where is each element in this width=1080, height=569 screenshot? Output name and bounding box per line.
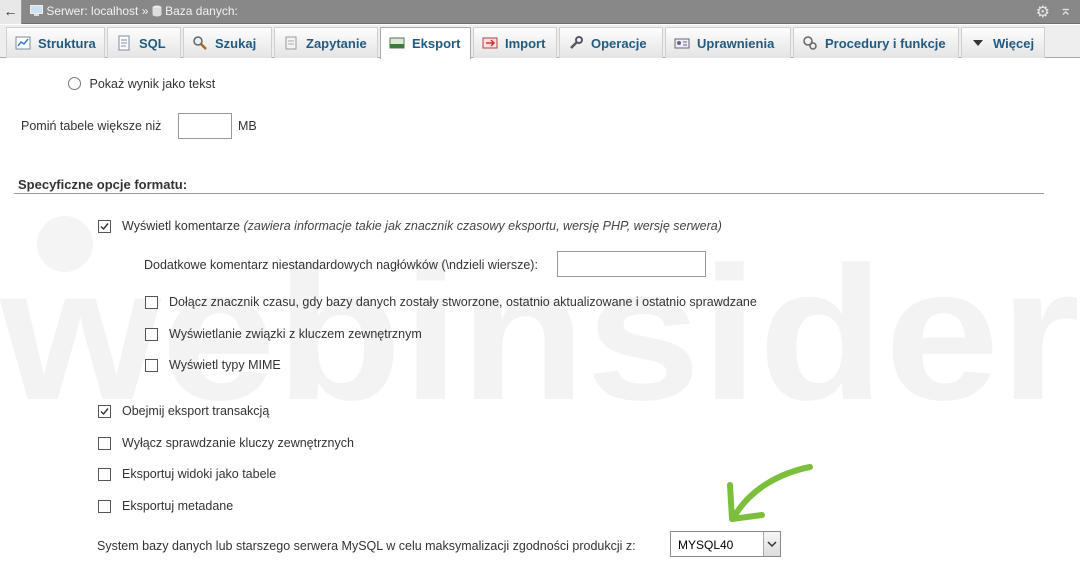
export-metadata-label: Eksportuj metadane — [122, 499, 234, 513]
database-icon — [152, 5, 162, 20]
skip-tables-input[interactable] — [178, 113, 232, 139]
custom-header-input[interactable] — [557, 251, 706, 277]
breadcrumb-server[interactable]: Serwer: localhost — [46, 4, 138, 18]
show-as-text-option[interactable]: Pokaż wynik jako tekst — [68, 77, 215, 91]
tab-more[interactable]: Więcej — [961, 27, 1045, 58]
mime-types-checkbox[interactable] — [145, 359, 158, 372]
arrow-left-icon[interactable]: ← — [0, 0, 22, 24]
tab-privileges[interactable]: Uprawnienia — [665, 27, 791, 58]
breadcrumb-separator: » — [141, 4, 149, 18]
foreign-key-relations-label: Wyświetlanie związki z kluczem zewnętrzn… — [169, 327, 422, 341]
chevron-down-icon[interactable] — [763, 532, 780, 556]
tab-label: Zapytanie — [306, 36, 367, 51]
display-comments-desc: (zawiera informacje takie jak znacznik c… — [243, 219, 722, 233]
export-options-panel: webinsider Pokaż wynik jako tekst Pomiń … — [0, 59, 1080, 569]
tab-structure[interactable]: Struktura — [6, 27, 105, 58]
gear-icon[interactable]: ⚙ — [1036, 2, 1050, 22]
breadcrumb: Serwer: localhost » Baza danych: — [30, 4, 238, 20]
tab-label: Operacje — [591, 36, 647, 51]
tab-label: SQL — [139, 36, 166, 51]
server-icon — [30, 5, 43, 20]
search-icon — [192, 35, 208, 51]
tab-label: Eksport — [412, 36, 461, 51]
privileges-icon — [674, 35, 690, 51]
compat-mode-select[interactable]: MYSQL40 — [670, 531, 781, 557]
annotation-arrow-icon — [727, 464, 813, 522]
skip-tables-unit: MB — [238, 119, 257, 133]
foreign-key-relations-checkbox[interactable] — [145, 328, 158, 341]
tab-routines[interactable]: Procedury i funkcje — [793, 27, 959, 58]
section-title: Specyficzne opcje formatu: — [18, 177, 188, 192]
custom-header-label: Dodatkowe komentarz niestandardowych nag… — [144, 258, 538, 272]
display-comments-label: Wyświetl komentarze — [122, 219, 240, 233]
tab-export[interactable]: Eksport — [380, 27, 471, 59]
server-breadcrumb-bar: ← Serwer: localhost » Baza danych: ⚙ ⌅ — [0, 0, 1080, 24]
query-icon — [283, 35, 299, 51]
tab-label: Uprawnienia — [697, 36, 775, 51]
show-as-text-label: Pokaż wynik jako tekst — [89, 77, 216, 91]
tab-label: Import — [505, 36, 546, 51]
skip-tables-label: Pomiń tabele większe niż — [21, 119, 162, 133]
compat-mode-label: System bazy danych lub starszego serwera… — [97, 539, 636, 553]
import-icon — [482, 35, 498, 51]
tab-bar: Struktura SQL Szukaj Zapytanie Eksport I… — [0, 25, 1080, 59]
routines-icon — [802, 35, 818, 51]
show-as-text-radio[interactable] — [68, 77, 81, 90]
tab-operations[interactable]: Operacje — [559, 27, 663, 58]
tab-label: Procedury i funkcje — [825, 36, 946, 51]
wrench-icon — [568, 35, 584, 51]
collapse-up-icon[interactable]: ⌅ — [1059, 1, 1072, 19]
display-comments-option: Wyświetl komentarze (zawiera informacje … — [122, 219, 722, 233]
compat-mode-value: MYSQL40 — [678, 538, 734, 552]
structure-icon — [15, 35, 31, 51]
tab-sql[interactable]: SQL — [107, 27, 181, 58]
export-metadata-checkbox[interactable] — [98, 500, 111, 513]
include-timestamps-label: Dołącz znacznik czasu, gdy bazy danych z… — [169, 295, 757, 309]
transaction-checkbox[interactable] — [98, 405, 111, 418]
disable-fk-checks-checkbox[interactable] — [98, 437, 111, 450]
export-icon — [389, 35, 405, 51]
triangle-down-icon — [970, 35, 986, 51]
views-as-tables-label: Eksportuj widoki jako tabele — [122, 467, 277, 481]
tab-label: Struktura — [38, 36, 96, 51]
display-comments-checkbox[interactable] — [98, 220, 111, 233]
transaction-label: Obejmij eksport transakcją — [122, 404, 270, 418]
sql-icon — [116, 35, 132, 51]
tab-label: Więcej — [993, 36, 1035, 51]
tab-import[interactable]: Import — [473, 27, 557, 58]
include-timestamps-checkbox[interactable] — [145, 296, 158, 309]
tab-query[interactable]: Zapytanie — [274, 27, 378, 58]
views-as-tables-checkbox[interactable] — [98, 468, 111, 481]
section-divider — [14, 193, 1044, 194]
disable-fk-checks-label: Wyłącz sprawdzanie kluczy zewnętrznych — [122, 436, 354, 450]
tab-search[interactable]: Szukaj — [183, 27, 272, 58]
mime-types-label: Wyświetl typy MIME — [169, 358, 281, 372]
breadcrumb-database[interactable]: Baza danych: — [165, 4, 238, 18]
tab-label: Szukaj — [215, 36, 257, 51]
watermark-logo: webinsider — [0, 216, 1080, 440]
